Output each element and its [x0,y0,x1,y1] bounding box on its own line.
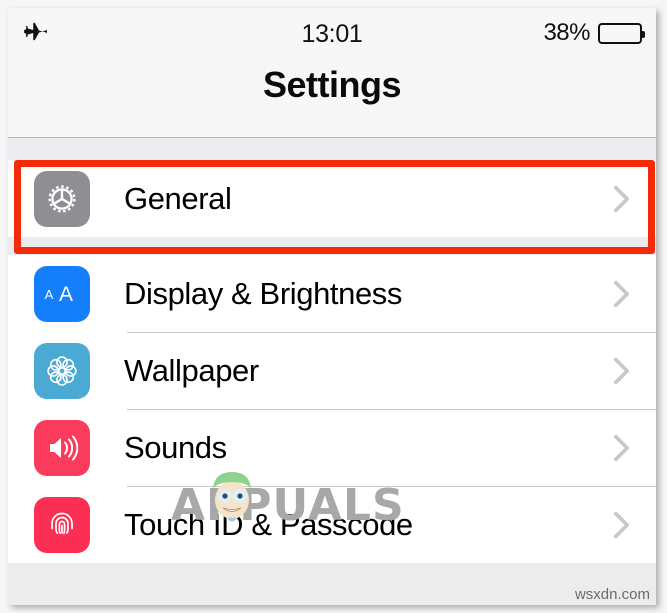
status-bar: 13:01 38% [8,8,656,58]
settings-row-label: Touch ID & Passcode [124,506,413,542]
gear-icon [34,170,90,227]
flower-rosette-icon [34,342,90,399]
settings-row-sounds[interactable]: Sounds [8,409,656,486]
fingerprint-icon [34,496,90,553]
battery-icon [598,22,645,44]
settings-row-label: Wallpaper [124,352,259,388]
settings-row-label: Display & Brightness [124,275,403,311]
settings-row-display-brightness[interactable]: A A Display & Brightness [8,255,656,332]
wsxdn-watermark: wsxdn.com [574,586,650,603]
settings-row-label: General [124,180,232,216]
settings-group-main: A A Display & Brightness Wallpaper Sound… [8,255,656,563]
section-gap-top [8,138,656,160]
svg-text:A: A [45,287,54,302]
section-gap-middle [8,237,656,255]
status-bar-right: 38% [543,19,645,47]
text-size-aa-icon: A A [34,265,90,322]
settings-row-wallpaper[interactable]: Wallpaper [8,332,656,409]
chevron-right-icon [613,185,630,212]
chevron-right-icon [613,511,630,538]
nav-bar: Settings [8,58,656,138]
chevron-right-icon [613,357,630,384]
settings-row-touch-id-passcode[interactable]: Touch ID & Passcode [8,486,656,563]
speaker-volume-icon [34,419,90,476]
chevron-right-icon [613,280,630,307]
phone-screen: 13:01 38% Settings General A A Display &… [8,8,656,605]
screenshot-root: 13:01 38% Settings General A A Display &… [0,0,667,613]
settings-list: General A A Display & Brightness Wallpap… [8,138,656,605]
settings-group-general: General [8,160,656,254]
settings-row-general[interactable]: General [8,160,656,237]
page-title: Settings [262,64,402,105]
svg-text:A: A [59,283,73,306]
settings-row-label: Sounds [124,429,227,465]
battery-percent-label: 38% [543,19,590,46]
chevron-right-icon [613,434,630,461]
